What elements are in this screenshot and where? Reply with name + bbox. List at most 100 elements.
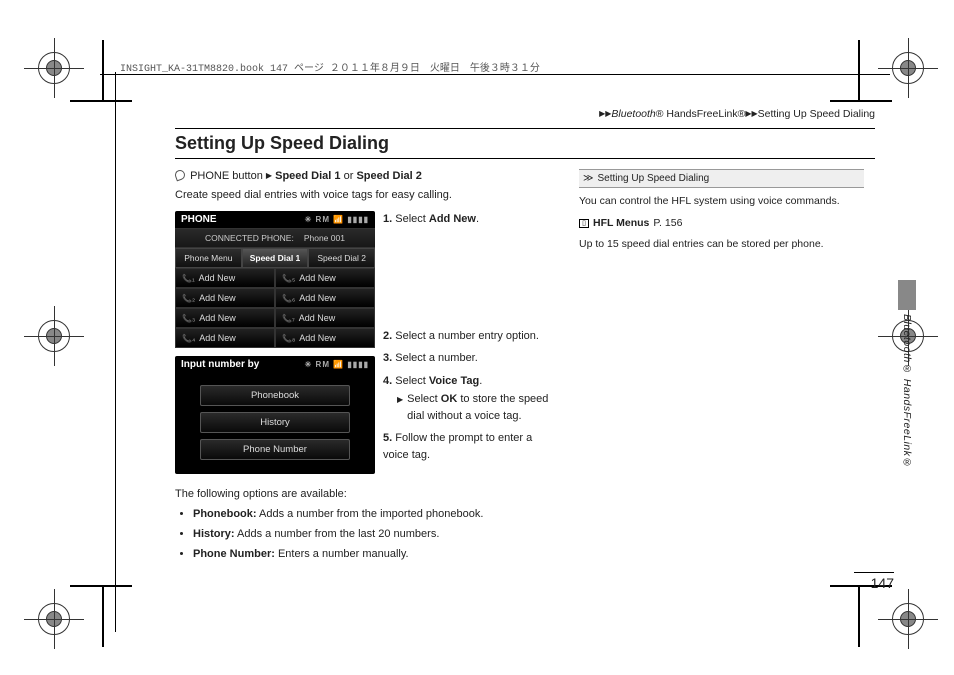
screen2-title: Input number by xyxy=(181,359,259,370)
step-text: Select a number entry option. xyxy=(395,330,539,342)
slot-label: Add New xyxy=(299,273,336,283)
step-number: 5. xyxy=(383,432,392,444)
slot-label: Add New xyxy=(299,293,336,303)
slot-label: Add New xyxy=(199,293,236,303)
section-side-tab: Bluetooth® HandsFreeLink® xyxy=(898,280,916,469)
tab-speed-dial-2[interactable]: Speed Dial 2 xyxy=(308,248,375,268)
breadcrumb-seg2: Setting Up Speed Dialing xyxy=(758,108,875,120)
sidebar-head-text: Setting Up Speed Dialing xyxy=(597,173,709,184)
sidebar-heading: ≫ Setting Up Speed Dialing xyxy=(579,169,864,188)
phone-icon: 📞₈ xyxy=(282,334,295,343)
step-bold: Add New xyxy=(429,213,476,225)
frame-line xyxy=(830,100,892,102)
step-number: 1. xyxy=(383,213,392,225)
options-intro: The following options are available: xyxy=(175,488,555,500)
sidebar-p1: You can control the HFL system using voi… xyxy=(579,194,864,209)
triangle-icon: ▶ xyxy=(397,394,403,406)
option-phone-number[interactable]: Phone Number xyxy=(200,439,350,460)
crop-mark-icon xyxy=(38,320,70,352)
crop-mark-icon xyxy=(892,52,924,84)
nav-path: PHONE button ▶ Speed Dial 1 or Speed Dia… xyxy=(175,169,555,182)
page-body: ▶▶Bluetooth® HandsFreeLink®▶▶Setting Up … xyxy=(175,108,875,565)
nav-sd2: Speed Dial 2 xyxy=(356,170,421,182)
nav-sd1: Speed Dial 1 xyxy=(275,170,340,182)
ref-page: P. 156 xyxy=(653,217,682,229)
crop-mark-icon xyxy=(892,603,924,635)
step-3: 3. Select a number. xyxy=(383,350,555,367)
option-bold: Phonebook: xyxy=(193,508,257,520)
step-text: Select xyxy=(395,375,429,387)
phone-icon: 📞₇ xyxy=(282,314,295,323)
ref-title: HFL Menus xyxy=(593,217,649,229)
phone-icon: 📞₃ xyxy=(182,314,195,323)
tab-speed-dial-1[interactable]: Speed Dial 1 xyxy=(242,248,309,268)
option-bold: Phone Number: xyxy=(193,548,275,560)
step-5: 5. Follow the prompt to enter a voice ta… xyxy=(383,430,555,463)
option-phonebook[interactable]: Phonebook xyxy=(200,385,350,406)
tab-phone-menu[interactable]: Phone Menu xyxy=(175,248,242,268)
connected-label: CONNECTED PHONE: xyxy=(205,233,294,243)
speed-dial-slot[interactable]: 📞₈ Add New xyxy=(275,328,375,348)
step-text: . xyxy=(479,375,482,387)
status-icons: ✳ RM 📶 ▮▮▮▮ xyxy=(305,215,369,224)
option-item: Phonebook: Adds a number from the import… xyxy=(193,506,555,524)
intro-text: Create speed dial entries with voice tag… xyxy=(175,188,555,203)
sidebar-p2: Up to 15 speed dial entries can be store… xyxy=(579,237,864,252)
frame-line xyxy=(858,585,860,647)
side-tab-rest: ® HandsFreeLink® xyxy=(901,363,913,469)
phone-icon: 📞₅ xyxy=(282,274,295,283)
frame-line xyxy=(858,40,860,102)
frame-line xyxy=(102,40,104,102)
step-number: 3. xyxy=(383,352,392,364)
step-text: Select a number. xyxy=(395,352,478,364)
status-icons: ✳ RM 📶 ▮▮▮▮ xyxy=(305,360,369,369)
options-list: Phonebook: Adds a number from the import… xyxy=(175,506,555,563)
frame-line xyxy=(102,585,104,647)
step-4-sub: ▶ Select OK to store the speed dial with… xyxy=(383,391,555,424)
speed-dial-slot[interactable]: 📞₂ Add New xyxy=(175,288,275,308)
speed-dial-slot[interactable]: 📞₇Add New xyxy=(275,308,375,328)
nav-button: PHONE button xyxy=(190,170,263,182)
slot-label: Add New xyxy=(299,333,336,343)
breadcrumb-seg1-italic: Bluetooth xyxy=(611,108,655,120)
slot-label: Add New xyxy=(199,273,236,283)
main-column: PHONE button ▶ Speed Dial 1 or Speed Dia… xyxy=(175,169,555,565)
page-number-rule xyxy=(854,572,894,573)
rule xyxy=(175,158,875,159)
side-tab-italic: Bluetooth xyxy=(901,314,913,363)
nav-or: or xyxy=(344,170,354,182)
page-number-value: 147 xyxy=(871,575,894,591)
screen1-title: PHONE xyxy=(181,214,217,225)
option-history[interactable]: History xyxy=(200,412,350,433)
option-item: History: Adds a number from the last 20 … xyxy=(193,526,555,544)
option-item: Phone Number: Enters a number manually. xyxy=(193,546,555,564)
step-2: 2. Select a number entry option. xyxy=(383,328,555,345)
speed-dial-slot[interactable]: 📞₆ Add New xyxy=(275,288,375,308)
step-text: Select xyxy=(395,213,429,225)
speed-dial-slot[interactable]: 📞₄ Add New xyxy=(175,328,275,348)
phone-icon: 📞₂ xyxy=(182,294,195,303)
speed-dial-slot[interactable]: 📞₅ Add New xyxy=(275,268,375,288)
page-number: 147 xyxy=(854,572,894,591)
step-text: Follow the prompt to enter a voice tag. xyxy=(383,432,532,461)
option-bold: History: xyxy=(193,528,235,540)
phone-icon: 📞₄ xyxy=(182,334,195,343)
step-list: 1. Select Add New. 2. Select a number en… xyxy=(383,211,555,482)
phone-screen-1: PHONE ✳ RM 📶 ▮▮▮▮ CONNECTED PHONE: Phone… xyxy=(175,211,375,348)
phone-icon: 📞₁ xyxy=(182,274,195,283)
step-number: 4. xyxy=(383,375,392,387)
crop-mark-icon xyxy=(38,603,70,635)
step-number: 2. xyxy=(383,330,392,342)
speed-dial-slot[interactable]: 📞₃Add New xyxy=(175,308,275,328)
option-text: Adds a number from the last 20 numbers. xyxy=(235,528,440,540)
connected-value: Phone 001 xyxy=(304,233,345,243)
slot-label: Add New xyxy=(199,333,236,343)
triangle-icon: ▶ xyxy=(266,171,272,180)
page-title: Setting Up Speed Dialing xyxy=(175,133,875,154)
step-text: . xyxy=(476,213,479,225)
speed-dial-slot[interactable]: 📞₁ Add New xyxy=(175,268,275,288)
book-icon: ▯ xyxy=(579,219,589,228)
step-bold: Voice Tag xyxy=(429,375,479,387)
phone-icon: 📞₆ xyxy=(282,294,295,303)
sidebar-head-icon: ≫ xyxy=(583,173,593,184)
